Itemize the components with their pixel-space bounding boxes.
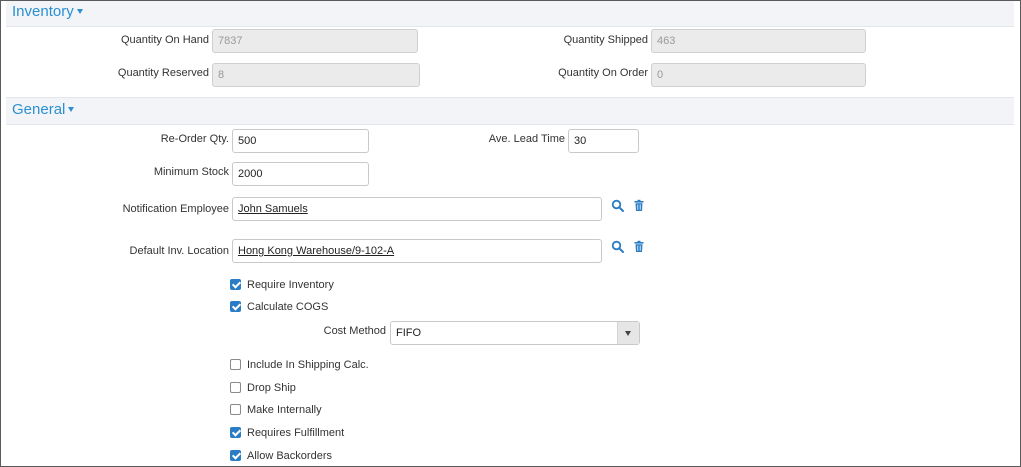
dropdown-toggle[interactable] xyxy=(617,322,639,344)
checkbox-box[interactable] xyxy=(230,404,241,415)
minimum-stock-input[interactable]: 2000 xyxy=(232,162,369,186)
general-section-header[interactable]: General xyxy=(6,97,1014,125)
quantity-reserved-field: 8 xyxy=(212,63,420,87)
inventory-section-title: Inventory xyxy=(12,3,83,20)
checkbox-label: Allow Backorders xyxy=(247,450,332,462)
search-icon[interactable] xyxy=(611,199,625,213)
chevron-down-icon xyxy=(625,331,631,336)
checkbox-label: Include In Shipping Calc. xyxy=(247,359,369,371)
default-inv-location-field[interactable]: Hong Kong Warehouse/9-102-A xyxy=(232,239,602,263)
quantity-shipped-field: 463 xyxy=(651,29,866,53)
checkbox-checked[interactable] xyxy=(230,301,241,312)
cost-method-select[interactable]: FIFO xyxy=(390,321,640,345)
caret-down-icon xyxy=(76,8,83,14)
checkbox-checked[interactable] xyxy=(230,427,241,438)
quantity-on-hand-label: Quantity On Hand xyxy=(120,34,209,46)
general-title-text: General xyxy=(12,101,66,118)
inventory-title-text: Inventory xyxy=(12,3,74,20)
cost-method-value: FIFO xyxy=(396,327,422,339)
item-detail-panel: Inventory Quantity On Hand 7837 Quantity… xyxy=(0,0,1021,467)
cost-method-label: Cost Method xyxy=(323,325,386,337)
minimum-stock-label: Minimum Stock xyxy=(153,166,229,178)
reorder-qty-input[interactable]: 500 xyxy=(232,129,369,153)
quantity-reserved-label: Quantity Reserved xyxy=(117,67,209,79)
checkbox-label: Calculate COGS xyxy=(247,301,329,313)
caret-down-icon xyxy=(68,106,75,112)
checkbox-label: Drop Ship xyxy=(247,382,296,394)
trash-icon[interactable] xyxy=(632,199,646,213)
ave-lead-time-label: Ave. Lead Time xyxy=(488,133,565,145)
quantity-on-hand-field: 7837 xyxy=(212,29,418,53)
checkbox-label: Make Internally xyxy=(247,404,322,416)
inventory-section-header[interactable]: Inventory xyxy=(6,1,1014,27)
quantity-shipped-label: Quantity Shipped xyxy=(563,34,648,46)
trash-icon[interactable] xyxy=(632,240,646,254)
quantity-on-order-field: 0 xyxy=(651,63,866,87)
ave-lead-time-input[interactable]: 30 xyxy=(568,129,639,153)
checkbox-box[interactable] xyxy=(230,359,241,370)
general-section-title: General xyxy=(12,101,75,118)
checkbox-checked[interactable] xyxy=(230,450,241,461)
checkbox-label: Requires Fulfillment xyxy=(247,427,345,439)
quantity-on-order-label: Quantity On Order xyxy=(558,67,648,79)
checkbox-box[interactable] xyxy=(230,382,241,393)
checkbox-label: Require Inventory xyxy=(247,279,334,291)
notification-employee-field[interactable]: John Samuels xyxy=(232,197,602,221)
search-icon[interactable] xyxy=(611,240,625,254)
default-inv-location-label: Default Inv. Location xyxy=(129,245,229,257)
notification-employee-label: Notification Employee xyxy=(122,203,229,215)
reorder-qty-label: Re-Order Qty. xyxy=(160,133,229,145)
checkbox-checked[interactable] xyxy=(230,279,241,290)
